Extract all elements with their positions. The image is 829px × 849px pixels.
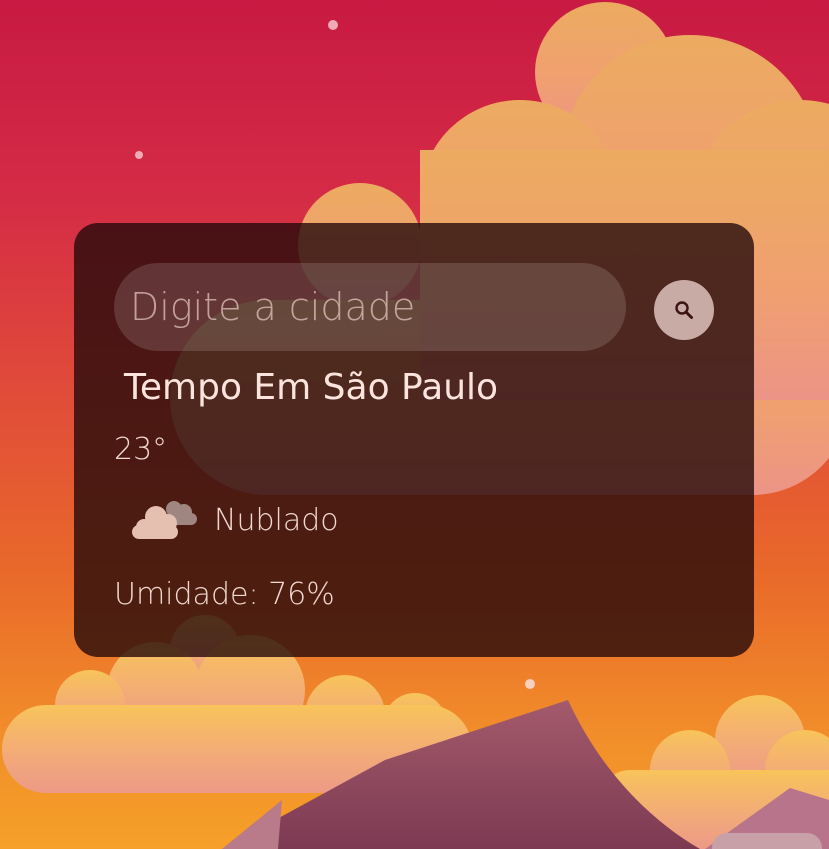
search-button[interactable]	[654, 280, 714, 340]
mountain-left	[222, 800, 282, 849]
search-input[interactable]	[114, 263, 626, 351]
mountain-right-ledge	[712, 833, 822, 849]
humidity: Umidade: 76%	[114, 577, 335, 612]
cloudy-icon	[132, 501, 197, 539]
star	[525, 679, 535, 689]
humidity-label: Umidade:	[114, 577, 269, 612]
temperature: 23°	[114, 432, 168, 467]
star	[328, 20, 338, 30]
star	[135, 151, 143, 159]
city-title: Tempo Em São Paulo	[124, 367, 499, 408]
condition-row: Nublado	[126, 495, 339, 545]
humidity-value: 76%	[268, 577, 335, 612]
search-icon	[675, 301, 693, 319]
condition-label: Nublado	[214, 502, 339, 538]
weather-card: Tempo Em São Paulo 23° Nublado Umidade: …	[74, 223, 754, 657]
